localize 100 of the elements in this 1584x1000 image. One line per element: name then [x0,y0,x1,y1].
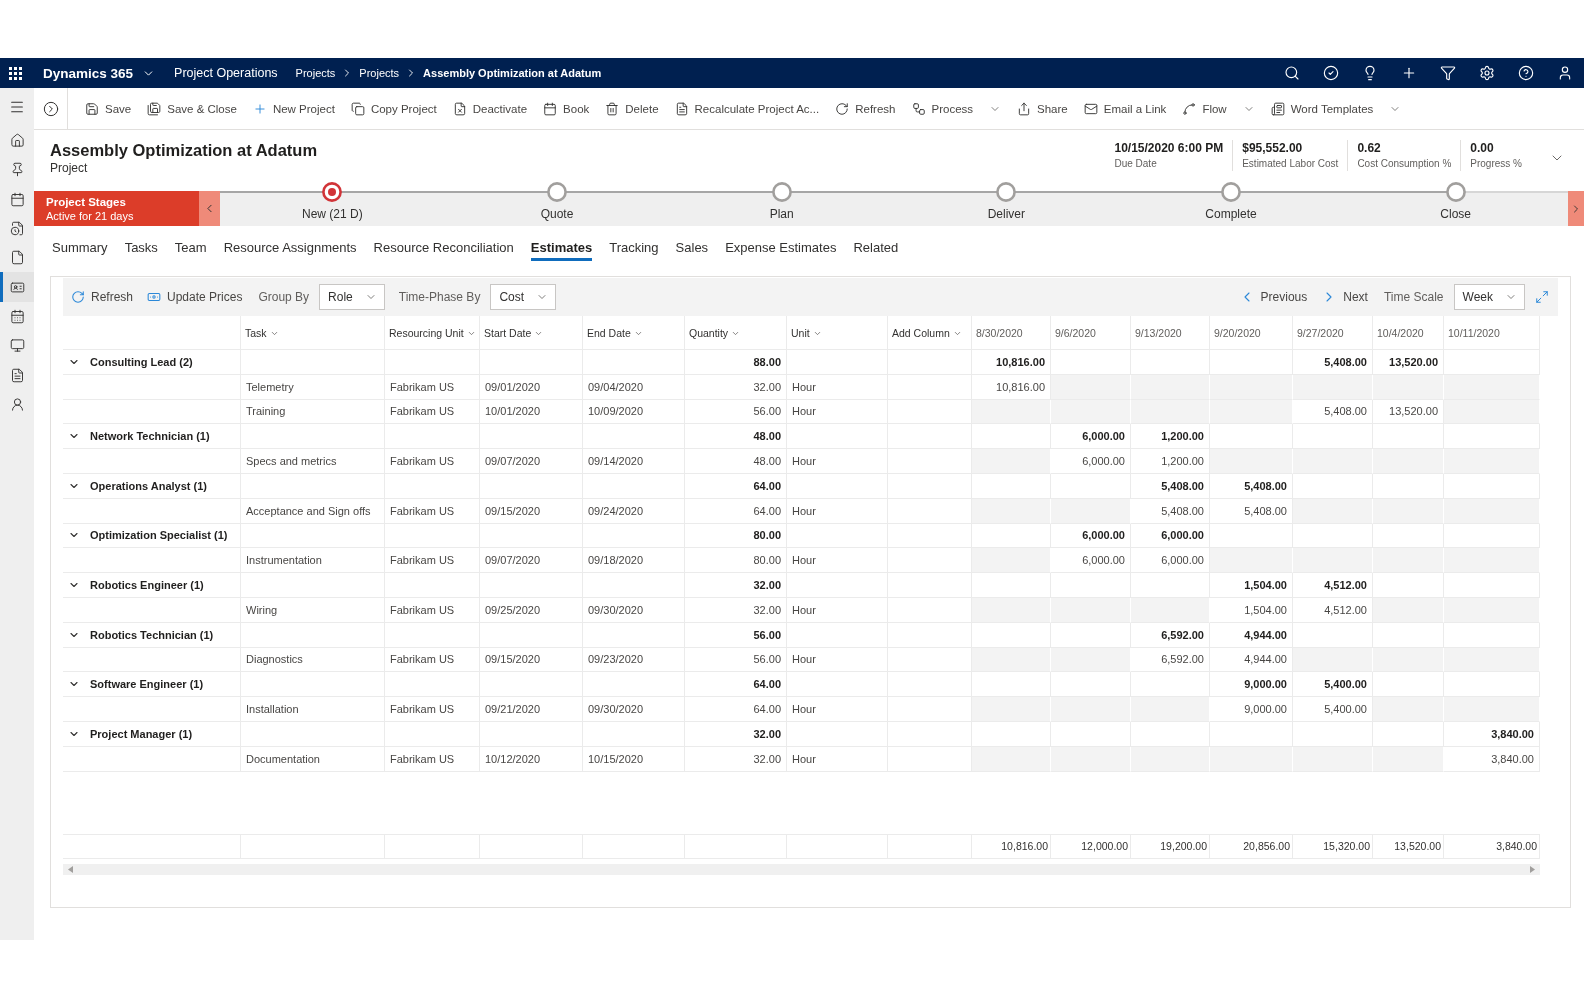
command-button[interactable]: Copy Project [342,92,445,125]
resourcing-unit-cell: Fabrikam US [385,498,480,524]
dot-grid-icon[interactable] [9,66,22,80]
circle-chevron-icon[interactable] [42,100,59,117]
end-date-cell: 10/15/2020 [583,746,685,772]
amount-cell: 13,520.00 [1373,399,1444,425]
amount-cell: 1,200.00 [1131,449,1210,474]
command-button[interactable]: Refresh [827,92,904,125]
unit-cell: Hour [787,374,888,400]
area-name: Project Operations [174,66,278,80]
total-cell: 13,520.00 [1373,833,1444,859]
group-by-dropdown[interactable]: Role [319,284,385,310]
amount-cell: 5,408.00 [1210,498,1293,524]
command-button[interactable]: Word Templates [1262,92,1410,125]
stage-button[interactable]: Quote [540,182,574,222]
amount-cell: 3,840.00 [1444,721,1540,747]
quantity-cell: 88.00 [685,350,787,375]
tab[interactable]: Tracking [609,234,659,261]
command-button[interactable]: Flow [1174,92,1263,125]
nav-rail-button[interactable] [0,272,34,302]
unit-cell: Hour [787,498,888,524]
expand-icon[interactable] [1535,290,1549,304]
command-button[interactable]: Share [1009,92,1076,125]
circle-check-icon[interactable] [1322,65,1339,81]
amount-cell: 5,408.00 [1293,350,1373,375]
tab[interactable]: Expense Estimates [725,234,837,261]
copy-icon [350,101,365,116]
stage-button[interactable]: Plan [769,182,794,222]
total-cell: 19,200.00 [1131,833,1210,859]
search-icon[interactable] [1283,65,1300,81]
task-cell: Documentation [241,746,385,772]
menu-icon[interactable] [9,99,25,115]
resourcing-unit-cell: Fabrikam US [385,548,480,574]
command-button[interactable]: Save [77,92,140,125]
id-card-icon [9,279,25,295]
quantity-cell: 32.00 [685,721,787,747]
refresh-icon [835,101,850,116]
group-name: Project Manager (1) [90,727,193,740]
unit-cell: Hour [787,548,888,574]
toolbar-button[interactable]: Next [1319,289,1370,305]
group-name: Network Technician (1) [90,430,210,443]
save-icon [85,101,99,116]
command-button[interactable]: Process [903,92,1010,125]
tab[interactable]: Resource Reconciliation [373,234,514,261]
start-date-cell: 10/01/2020 [480,399,583,425]
time-scale-dropdown[interactable]: Week [1453,284,1525,310]
tab[interactable]: Summary [52,234,108,261]
toolbar-button[interactable]: Refresh [69,290,136,304]
command-button[interactable]: Book [535,92,598,125]
filter-icon[interactable] [1439,65,1456,81]
end-date-cell: 09/23/2020 [583,647,685,673]
user-icon [9,396,25,412]
mail-icon [1083,101,1098,116]
amount-cell: 6,000.00 [1131,548,1210,574]
stage-button[interactable]: Close [1440,182,1472,222]
banknote-icon [147,290,162,304]
command-button[interactable]: Save & Close [139,92,245,125]
stage-button[interactable]: New (21 D) [302,182,363,222]
app-switcher[interactable]: Dynamics 365 [43,65,156,81]
amount-cell: 1,504.00 [1210,573,1293,598]
quantity-cell: 64.00 [685,672,787,698]
amount-cell: 10,816.00 [972,374,1051,400]
quantity-cell: 80.00 [685,523,787,549]
tab[interactable]: Resource Assignments [223,234,357,261]
tab[interactable]: Related [853,234,899,261]
file-x-icon [452,101,467,116]
command-button[interactable]: New Project [244,92,343,125]
end-date-cell: 10/09/2020 [583,399,685,425]
toolbar-button[interactable]: Previous [1236,289,1310,305]
tab[interactable]: Estimates [530,234,593,261]
time-phase-dropdown[interactable]: Cost [490,284,557,310]
command-button[interactable]: Delete [597,92,667,125]
field-label: Progress % [1470,157,1522,171]
tab[interactable]: Sales [675,234,709,261]
quantity-cell: 32.00 [685,573,787,598]
command-button[interactable]: Recalculate Project Ac... [666,92,828,125]
settings-icon[interactable] [1478,65,1495,81]
start-date-cell: 09/21/2020 [480,697,583,722]
start-date-cell: 09/07/2020 [480,548,583,574]
command-button[interactable]: Email a Link [1075,92,1175,125]
tab[interactable]: Team [174,234,207,261]
unit-cell: Hour [787,647,888,673]
toolbar-button[interactable]: Update Prices [145,290,245,304]
breadcrumb-link[interactable]: Projects [359,67,400,79]
amount-cell: 6,592.00 [1131,647,1210,673]
file-clock-icon [9,221,25,237]
start-date-cell: 09/01/2020 [480,374,583,400]
unit-cell: Hour [787,449,888,474]
group-name: Robotics Technician (1) [90,628,214,641]
home-icon [9,133,25,149]
breadcrumb-link[interactable]: Projects [295,67,336,79]
command-button[interactable]: Deactivate [444,92,536,125]
help-icon[interactable] [1517,65,1534,81]
quantity-cell: 48.00 [685,424,787,450]
amount-cell: 5,408.00 [1131,498,1210,524]
stage-button[interactable]: Deliver [987,182,1025,222]
field-value: 10/15/2020 6:00 PM [1114,140,1224,157]
tab[interactable]: Tasks [124,234,158,261]
breadcrumb-link[interactable]: Assembly Optimization at Adatum [423,67,602,79]
stage-button[interactable]: Complete [1205,182,1257,222]
